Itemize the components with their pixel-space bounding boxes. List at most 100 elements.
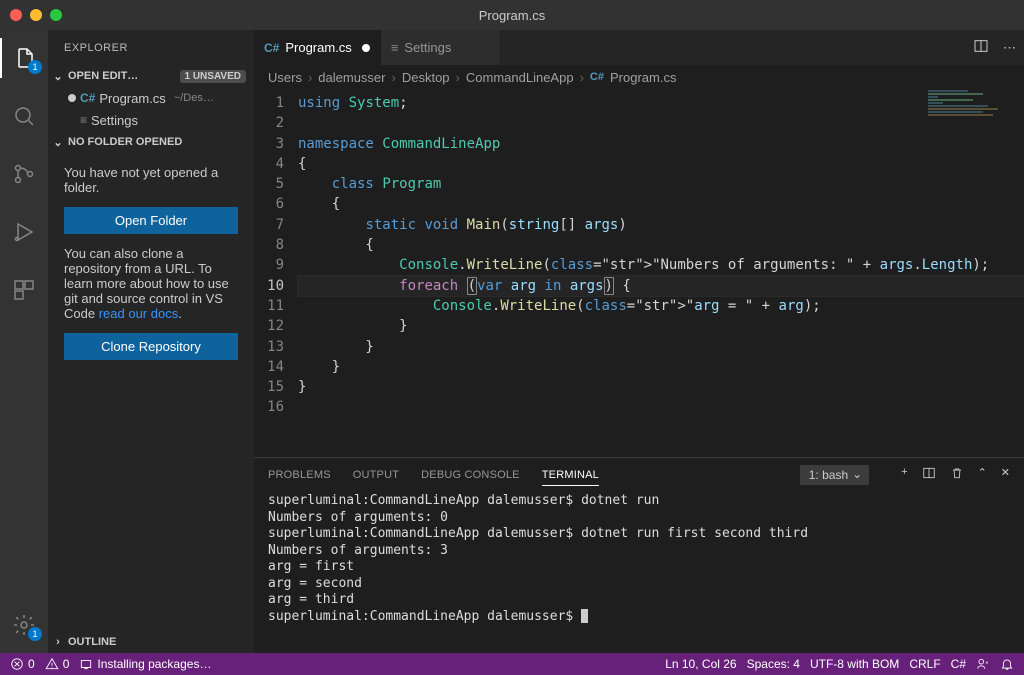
code-line[interactable]: class Program: [298, 174, 1024, 194]
code-line[interactable]: Console.WriteLine(class="str">"Numbers o…: [298, 255, 1024, 275]
line-number[interactable]: 1: [254, 93, 284, 113]
tab-label: Settings: [404, 40, 451, 55]
tab-program-cs[interactable]: C#Program.cs: [254, 30, 381, 65]
line-number[interactable]: 7: [254, 215, 284, 235]
open-editor-path: ~/Des…: [174, 92, 214, 104]
source-control-icon[interactable]: [0, 154, 48, 194]
terminal-selector[interactable]: 1: bash: [800, 465, 869, 485]
breadcrumb-segment[interactable]: CommandLineApp: [466, 70, 574, 85]
code-line[interactable]: static void Main(string[] args): [298, 215, 1024, 235]
terminal[interactable]: superluminal:CommandLineApp dalemusser$ …: [254, 491, 1024, 653]
search-icon[interactable]: [0, 96, 48, 136]
status-notifications-icon[interactable]: [1000, 657, 1014, 671]
code-line[interactable]: foreach (var arg in args) {: [298, 276, 1024, 296]
breadcrumb-segment[interactable]: Users: [268, 70, 302, 85]
fullscreen-window-button[interactable]: [50, 9, 62, 21]
line-number[interactable]: 14: [254, 357, 284, 377]
read-docs-link[interactable]: read our docs: [99, 306, 179, 321]
line-number[interactable]: 9: [254, 255, 284, 275]
split-terminal-icon[interactable]: [922, 466, 936, 483]
line-number[interactable]: 12: [254, 316, 284, 336]
no-folder-label: NO FOLDER OPENED: [68, 136, 182, 148]
open-editors-header[interactable]: ⌄ OPEN EDIT… 1 UNSAVED: [48, 65, 254, 87]
editor[interactable]: 12345678910111213141516 using System; na…: [254, 89, 1024, 457]
panel: PROBLEMS OUTPUT DEBUG CONSOLE TERMINAL 1: b…: [254, 457, 1024, 653]
tab-label: Program.cs: [285, 40, 351, 55]
csharp-file-icon: C#: [80, 91, 95, 105]
status-language[interactable]: C#: [951, 657, 966, 671]
line-number[interactable]: 3: [254, 134, 284, 154]
breadcrumb-segment[interactable]: Program.cs: [610, 70, 676, 85]
code-line[interactable]: {: [298, 235, 1024, 255]
code-line[interactable]: }: [298, 337, 1024, 357]
line-number[interactable]: 5: [254, 174, 284, 194]
close-window-button[interactable]: [10, 9, 22, 21]
panel-tab-debug-console[interactable]: DEBUG CONSOLE: [421, 469, 520, 481]
status-cursor[interactable]: Ln 10, Col 26: [665, 657, 736, 671]
code-line[interactable]: using System;: [298, 93, 1024, 113]
activitybar: 1 1: [0, 30, 48, 653]
code-line[interactable]: [298, 113, 1024, 133]
open-folder-button[interactable]: Open Folder: [64, 207, 238, 234]
status-eol[interactable]: CRLF: [909, 657, 940, 671]
extensions-icon[interactable]: [0, 270, 48, 310]
line-number[interactable]: 10: [254, 276, 284, 296]
no-folder-header[interactable]: ⌄ NO FOLDER OPENED: [48, 131, 254, 153]
settings-icon: ≡: [391, 40, 399, 55]
code-line[interactable]: Console.WriteLine(class="str">"arg = " +…: [298, 296, 1024, 316]
chevron-right-icon: ›: [308, 70, 312, 85]
open-editor-item[interactable]: ≡Settings: [48, 109, 254, 131]
more-actions-icon[interactable]: ⋯: [1003, 40, 1016, 56]
line-number[interactable]: 6: [254, 194, 284, 214]
open-editors-label: OPEN EDIT…: [68, 70, 138, 82]
code-line[interactable]: {: [298, 194, 1024, 214]
code-line[interactable]: }: [298, 316, 1024, 336]
maximize-panel-icon[interactable]: ⌃: [978, 466, 987, 483]
code-line[interactable]: }: [298, 377, 1024, 397]
line-number[interactable]: 16: [254, 397, 284, 417]
sidebar: EXPLORER ⌄ OPEN EDIT… 1 UNSAVED C#Progra…: [48, 30, 254, 653]
breadcrumb-segment[interactable]: Desktop: [402, 70, 450, 85]
line-number[interactable]: 2: [254, 113, 284, 133]
code-line[interactable]: }: [298, 357, 1024, 377]
code-line[interactable]: namespace CommandLineApp: [298, 134, 1024, 154]
manage-icon[interactable]: 1: [0, 605, 48, 645]
minimize-window-button[interactable]: [30, 9, 42, 21]
window-title: Program.cs: [479, 8, 545, 23]
status-spaces[interactable]: Spaces: 4: [747, 657, 800, 671]
open-editor-item[interactable]: C#Program.cs~/Des…: [48, 87, 254, 109]
line-number[interactable]: 15: [254, 377, 284, 397]
explorer-badge: 1: [28, 60, 42, 74]
minimap[interactable]: [924, 89, 1024, 149]
panel-tab-terminal[interactable]: TERMINAL: [542, 469, 599, 486]
status-installing[interactable]: Installing packages…: [79, 657, 211, 671]
explorer-icon[interactable]: 1: [0, 38, 48, 78]
kill-terminal-icon[interactable]: [950, 466, 964, 483]
line-number[interactable]: 8: [254, 235, 284, 255]
breadcrumb[interactable]: Users›dalemusser›Desktop›CommandLineApp›…: [254, 65, 1024, 89]
line-number[interactable]: 11: [254, 296, 284, 316]
new-terminal-icon[interactable]: +: [901, 466, 907, 483]
split-editor-icon[interactable]: [973, 38, 989, 57]
line-number[interactable]: 4: [254, 154, 284, 174]
tab-settings[interactable]: ≡ Settings: [381, 30, 501, 65]
statusbar: 0 0 Installing packages… Ln 10, Col 26 S…: [0, 653, 1024, 675]
close-panel-icon[interactable]: ✕: [1001, 466, 1010, 483]
panel-tab-problems[interactable]: PROBLEMS: [268, 469, 331, 481]
run-debug-icon[interactable]: [0, 212, 48, 252]
line-number[interactable]: 13: [254, 337, 284, 357]
code-line[interactable]: [298, 397, 1024, 417]
status-errors[interactable]: 0: [10, 657, 35, 671]
manage-badge: 1: [28, 627, 42, 641]
terminal-cursor: [581, 609, 588, 623]
code-line[interactable]: {: [298, 154, 1024, 174]
status-warnings[interactable]: 0: [45, 657, 70, 671]
clone-repository-button[interactable]: Clone Repository: [64, 333, 238, 360]
csharp-file-icon: C#: [590, 71, 604, 83]
settings-icon: ≡: [80, 113, 87, 127]
panel-tab-output[interactable]: OUTPUT: [353, 469, 399, 481]
breadcrumb-segment[interactable]: dalemusser: [318, 70, 385, 85]
outline-header[interactable]: › OUTLINE: [48, 631, 254, 653]
status-feedback-icon[interactable]: [976, 657, 990, 671]
status-encoding[interactable]: UTF-8 with BOM: [810, 657, 899, 671]
